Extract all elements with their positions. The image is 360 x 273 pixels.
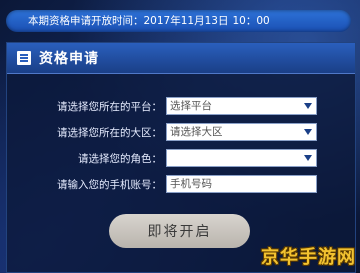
region-label: 请选择您所在的大区： — [57, 126, 162, 139]
notice-time: 10：00 — [232, 15, 270, 27]
region-row: 请选择您所在的大区： 请选择大区 — [7, 123, 355, 141]
phone-input[interactable]: 手机号码 — [166, 175, 317, 193]
phone-row: 请输入您的手机账号： 手机号码 — [7, 175, 355, 193]
notice-date: 2017年11月13日 — [143, 15, 229, 27]
document-icon — [17, 51, 31, 65]
notice-bar: 本期资格申请开放时间： 2017年11月13日 10：00 — [6, 10, 351, 32]
region-select[interactable]: 请选择大区 — [166, 123, 317, 141]
caret-down-icon — [304, 103, 312, 109]
platform-select[interactable]: 选择平台 — [166, 97, 317, 115]
start-button[interactable]: 即将开启 — [109, 214, 250, 248]
notice-label: 本期资格申请开放时间： — [28, 15, 144, 27]
platform-select-value: 选择平台 — [170, 100, 212, 112]
panel-header: 资格申请 — [7, 43, 355, 74]
region-select-value: 请选择大区 — [170, 126, 223, 138]
role-select[interactable] — [166, 149, 317, 167]
panel-title: 资格申请 — [39, 51, 99, 67]
platform-row: 请选择您所在的平台： 选择平台 — [7, 97, 355, 115]
role-label: 请选择您的角色： — [78, 152, 162, 165]
phone-input-placeholder: 手机号码 — [170, 178, 212, 190]
watermark-logo: 京华手游网 — [261, 247, 356, 268]
phone-label: 请输入您的手机账号： — [57, 178, 162, 191]
caret-down-icon — [304, 129, 312, 135]
platform-label: 请选择您所在的平台： — [57, 100, 162, 113]
application-panel: 资格申请 请选择您所在的平台： 选择平台 请选择您所在的大区： 请选择大区 请选… — [6, 42, 356, 273]
caret-down-icon — [304, 155, 312, 161]
role-row: 请选择您的角色： — [7, 149, 355, 167]
